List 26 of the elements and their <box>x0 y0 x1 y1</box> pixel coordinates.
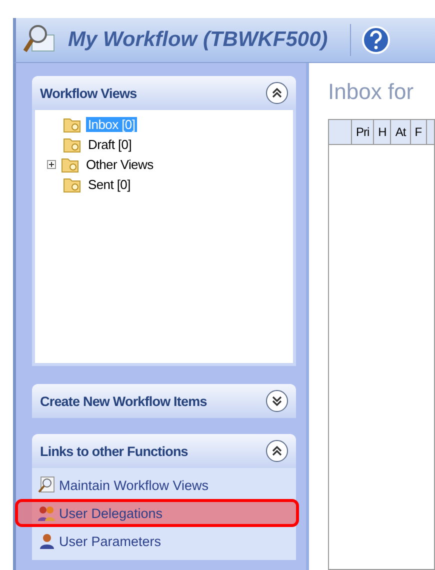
panel-title: Create New Workflow Items <box>40 394 207 408</box>
double-chevron-down-icon <box>271 395 283 407</box>
tree-item[interactable]: Draft [0] <box>86 136 134 152</box>
collapse-button[interactable] <box>266 440 288 462</box>
function-link[interactable]: User Delegations <box>18 502 296 524</box>
expand-button[interactable] <box>266 390 288 412</box>
panel-title: Workflow Views <box>40 86 137 100</box>
function-link[interactable]: User Parameters <box>38 530 296 552</box>
function-link[interactable]: Maintain Workflow Views <box>38 474 296 496</box>
column-header[interactable]: H <box>374 120 392 144</box>
person-icon <box>38 532 56 550</box>
column-header[interactable]: At <box>391 120 411 144</box>
collapse-button[interactable] <box>266 82 288 104</box>
double-chevron-up-icon <box>271 87 283 99</box>
people-icon <box>38 504 56 522</box>
column-header[interactable]: Pri <box>352 120 374 144</box>
panel-title: Links to other Functions <box>40 444 188 458</box>
column-header[interactable]: F <box>410 120 427 144</box>
help-icon[interactable] <box>360 25 391 55</box>
tree-item[interactable]: Other Views <box>84 156 156 172</box>
page-heading: Inbox for <box>328 79 415 105</box>
double-chevron-up-icon <box>271 445 283 457</box>
expand-toggle[interactable] <box>47 160 56 168</box>
magnifier-icon <box>38 476 56 494</box>
tree-item[interactable]: Sent [0] <box>86 176 132 192</box>
window-title: My Workflow (TBWKF500) <box>68 28 328 52</box>
